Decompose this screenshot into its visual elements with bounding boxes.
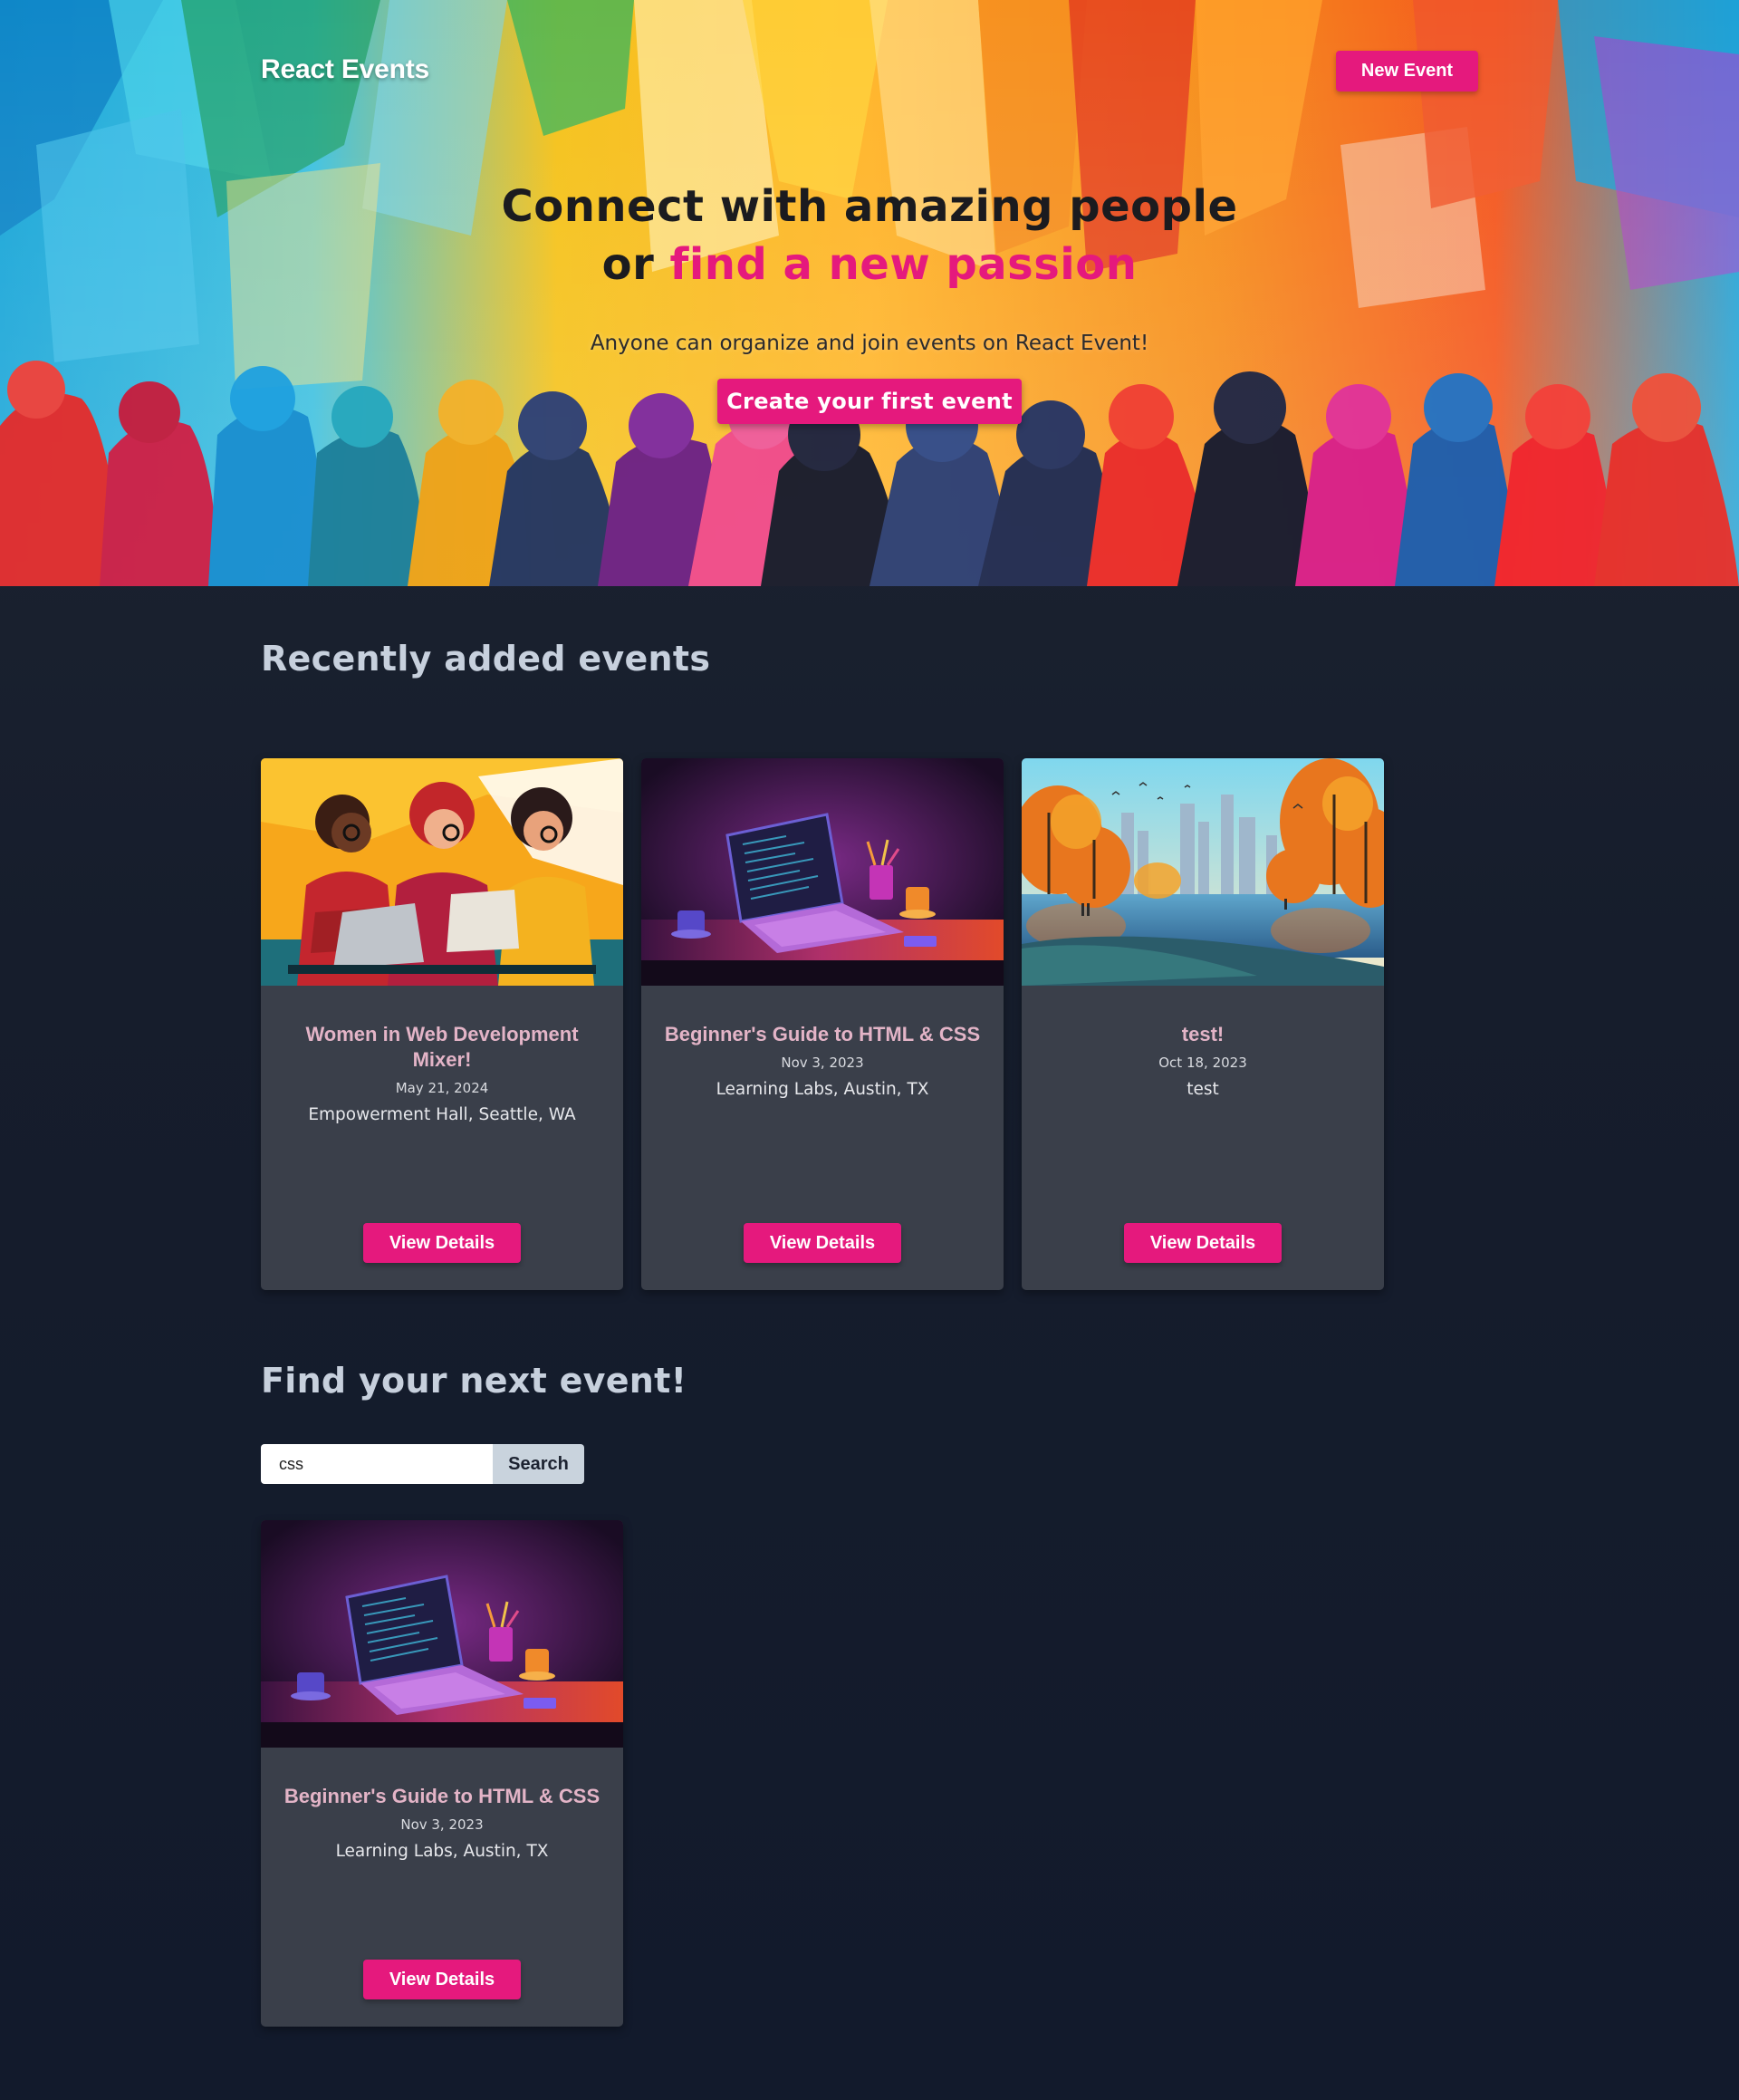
event-title[interactable]: Beginner's Guide to HTML & CSS	[663, 1022, 982, 1047]
hero-title-accent: find a new passion	[669, 239, 1138, 290]
brand-logo[interactable]: React Events	[261, 54, 429, 85]
event-location: Empowerment Hall, Seattle, WA	[308, 1105, 576, 1124]
view-details-button[interactable]: View Details	[363, 1960, 521, 1999]
event-location: test	[1187, 1080, 1219, 1099]
laptop-desk-illustration	[261, 1520, 623, 1748]
event-title[interactable]: Women in Web Development Mixer!	[283, 1022, 601, 1073]
hero-title-line1: Connect with amazing people	[501, 181, 1238, 232]
event-location: Learning Labs, Austin, TX	[335, 1842, 549, 1861]
hero-title-line2-prefix: or	[601, 239, 670, 290]
view-details-button[interactable]: View Details	[363, 1223, 521, 1263]
event-title[interactable]: test!	[1043, 1022, 1362, 1047]
find-event-heading: Find your next event!	[261, 1361, 687, 1401]
event-title[interactable]: Beginner's Guide to HTML & CSS	[283, 1784, 601, 1809]
search-bar: Search	[261, 1444, 584, 1484]
search-input[interactable]	[261, 1444, 493, 1484]
laptop-desk-illustration	[641, 758, 1004, 986]
search-result-card: Beginner's Guide to HTML & CSS Nov 3, 20…	[261, 1520, 623, 2027]
event-card: Beginner's Guide to HTML & CSS Nov 3, 20…	[641, 758, 1004, 1290]
event-date: Oct 18, 2023	[1158, 1055, 1247, 1071]
view-details-button[interactable]: View Details	[1124, 1223, 1282, 1263]
view-details-button[interactable]: View Details	[744, 1223, 901, 1263]
recent-events-heading: Recently added events	[261, 639, 711, 679]
event-image	[641, 758, 1004, 986]
event-card: test! Oct 18, 2023 test View Details	[1022, 758, 1384, 1290]
autumn-city-park-illustration	[1022, 758, 1384, 986]
event-image	[261, 1520, 623, 1748]
hero-banner: React Events New Event Connect with amaz…	[0, 0, 1739, 586]
event-date: Nov 3, 2023	[781, 1055, 864, 1071]
women-coding-illustration	[261, 758, 623, 986]
search-button[interactable]: Search	[493, 1444, 584, 1484]
hero-title: Connect with amazing people or find a ne…	[0, 178, 1739, 294]
hero-subtitle: Anyone can organize and join events on R…	[590, 332, 1149, 355]
event-image	[261, 758, 623, 986]
create-first-event-button[interactable]: Create your first event	[717, 379, 1022, 424]
event-image	[1022, 758, 1384, 986]
new-event-button[interactable]: New Event	[1336, 51, 1478, 92]
event-date: May 21, 2024	[395, 1080, 489, 1096]
event-card: Women in Web Development Mixer! May 21, …	[261, 758, 623, 1290]
event-location: Learning Labs, Austin, TX	[716, 1080, 929, 1099]
event-date: Nov 3, 2023	[400, 1816, 484, 1833]
